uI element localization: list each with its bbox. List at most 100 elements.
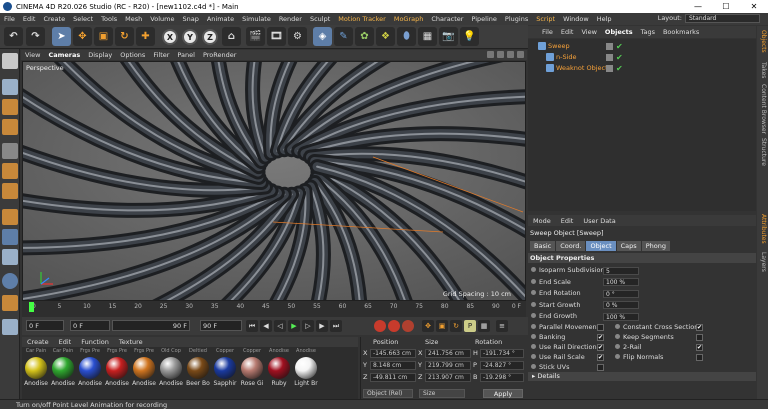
viewport-move-icon[interactable]	[487, 51, 494, 58]
light-icon[interactable]: 💡	[460, 27, 479, 46]
redo-icon[interactable]: ↷	[26, 27, 45, 46]
menu-tools[interactable]: Tools	[97, 13, 121, 25]
viewport-maximize-icon[interactable]	[517, 51, 524, 58]
array-generator-icon[interactable]: ❖	[376, 27, 395, 46]
objects-menu-bookmarks[interactable]: Bookmarks	[659, 28, 703, 36]
property-checkbox[interactable]: ✔	[597, 334, 604, 341]
menu-sculpt[interactable]: Sculpt	[306, 13, 334, 25]
prev-key-icon[interactable]: ◀	[260, 320, 272, 332]
material-menu-function[interactable]: Function	[76, 338, 114, 346]
timeline-ruler[interactable]: 051015202530354045505560657075808590 0 F	[22, 301, 526, 317]
model-mode-icon[interactable]	[2, 79, 18, 95]
start-frame-field[interactable]: 0 F	[70, 320, 110, 331]
object-name[interactable]: n-Side	[556, 52, 577, 63]
3d-viewport[interactable]: Perspective Grid Spacing : 10 cm	[22, 61, 526, 301]
preview-range-field[interactable]: 90 F	[112, 320, 190, 331]
scale-tool-icon[interactable]: ▣	[94, 27, 113, 46]
planar-workplane-icon[interactable]	[2, 319, 18, 335]
material-menu-edit[interactable]: Edit	[54, 338, 77, 346]
attributes-menu-mode[interactable]: Mode	[528, 217, 556, 225]
viewport-menu-cameras[interactable]: Cameras	[44, 51, 84, 59]
position-field[interactable]: -145.663 cm	[370, 349, 416, 358]
material-swatch[interactable]: Copper Rose Gi	[240, 348, 264, 387]
property-value-field[interactable]: 100 %	[603, 312, 639, 321]
enabled-check-icon[interactable]: ✔	[616, 63, 623, 74]
viewport-menu-display[interactable]: Display	[84, 51, 116, 59]
position-key-icon[interactable]: ✥	[422, 320, 434, 332]
timeline-playhead[interactable]	[29, 302, 34, 312]
animate-dot-icon[interactable]	[615, 354, 620, 359]
details-section-toggle[interactable]: ▸ Details	[528, 372, 756, 381]
cube-primitive-icon[interactable]: ◈	[313, 27, 332, 46]
points-mode-icon[interactable]	[2, 143, 18, 159]
render-view-icon[interactable]: 🎬	[246, 27, 265, 46]
animate-dot-icon[interactable]	[531, 301, 536, 307]
coordinate-system-icon[interactable]: ⌂	[222, 27, 241, 46]
property-value-field[interactable]: 0 °	[603, 289, 639, 298]
y-axis-lock-button[interactable]: Y	[182, 29, 198, 45]
dock-tab-layers[interactable]: Layers	[758, 252, 767, 272]
scale-key-icon[interactable]: ▣	[436, 320, 448, 332]
menu-character[interactable]: Character	[427, 13, 467, 25]
property-checkbox[interactable]	[597, 364, 604, 371]
viewport-menu-options[interactable]: Options	[116, 51, 149, 59]
layout-dropdown[interactable]: Standard	[685, 14, 760, 23]
size-field[interactable]: 241.756 cm	[425, 349, 471, 358]
menu-simulate[interactable]: Simulate	[238, 13, 275, 25]
coordinate-mode-dropdown[interactable]: Object (Rel)	[363, 389, 413, 398]
rotation-field[interactable]: -24.827 °	[480, 361, 524, 370]
viewport-menu-prorender[interactable]: ProRender	[199, 51, 240, 59]
menu-window[interactable]: Window	[559, 13, 593, 25]
rotation-key-icon[interactable]: ↻	[450, 320, 462, 332]
menu-edit[interactable]: Edit	[19, 13, 40, 25]
tab-basic[interactable]: Basic	[530, 241, 556, 251]
dock-tab-content-browser[interactable]: Content Browser	[758, 84, 767, 134]
z-axis-lock-button[interactable]: Z	[202, 29, 218, 45]
object-name[interactable]: Weaknot Object	[556, 63, 608, 74]
menu-volume[interactable]: Volume	[146, 13, 178, 25]
parameter-key-icon[interactable]: P	[464, 320, 476, 332]
attributes-menu-edit[interactable]: Edit	[556, 217, 579, 225]
dock-tab-structure[interactable]: Structure	[758, 138, 767, 166]
workplane-mode-icon[interactable]	[2, 119, 18, 135]
property-value-field[interactable]: 0 %	[603, 301, 639, 309]
property-checkbox[interactable]	[696, 334, 703, 341]
property-checkbox[interactable]: ✔	[696, 344, 703, 351]
point-level-animation-icon[interactable]: ▦	[478, 320, 490, 332]
viewport-menu-panel[interactable]: Panel	[173, 51, 199, 59]
edges-mode-icon[interactable]	[2, 163, 18, 179]
material-swatch[interactable]: Anodise Light Br	[294, 348, 318, 387]
animate-dot-icon[interactable]	[531, 354, 536, 359]
select-arrow-icon[interactable]: ➤	[52, 27, 71, 46]
prev-frame-icon[interactable]: ◁	[274, 320, 286, 332]
rotate-tool-icon[interactable]: ↻	[115, 27, 134, 46]
enabled-check-icon[interactable]: ✔	[616, 41, 623, 52]
material-swatch[interactable]: Car Pain Anodise	[51, 348, 75, 387]
animate-dot-icon[interactable]	[531, 278, 536, 284]
menu-animate[interactable]: Animate	[203, 13, 238, 25]
tab-coord[interactable]: Coord.	[556, 241, 586, 251]
property-checkbox[interactable]	[597, 324, 604, 331]
tab-caps[interactable]: Caps	[616, 241, 641, 251]
visibility-dots-icon[interactable]	[606, 54, 613, 61]
animate-dot-icon[interactable]	[615, 344, 620, 349]
locked-workplane-icon[interactable]	[2, 295, 18, 311]
tweak-mode-icon[interactable]	[2, 229, 18, 245]
dock-tab-attributes[interactable]: Attributes	[758, 214, 767, 244]
pen-spline-icon[interactable]: ✎	[334, 27, 353, 46]
end-frame-field[interactable]: 90 F	[200, 320, 242, 331]
menu-mograph[interactable]: MoGraph	[390, 13, 428, 25]
property-checkbox[interactable]	[696, 354, 703, 361]
objects-menu-view[interactable]: View	[577, 28, 600, 36]
menu-pipeline[interactable]: Pipeline	[467, 13, 500, 25]
go-to-start-icon[interactable]: ⏮	[246, 320, 258, 332]
property-checkbox[interactable]: ✔	[597, 344, 604, 351]
material-swatch[interactable]: Deltied Beer Bo	[186, 348, 210, 387]
size-mode-dropdown[interactable]: Size	[419, 389, 465, 398]
autokeying-icon[interactable]	[388, 320, 400, 332]
menu-script[interactable]: Script	[532, 13, 559, 25]
attributes-menu-user-data[interactable]: User Data	[578, 217, 620, 225]
polygons-mode-icon[interactable]	[2, 183, 18, 199]
rotation-field[interactable]: -191.734 °	[480, 349, 524, 358]
viewport-zoom-icon[interactable]	[497, 51, 504, 58]
